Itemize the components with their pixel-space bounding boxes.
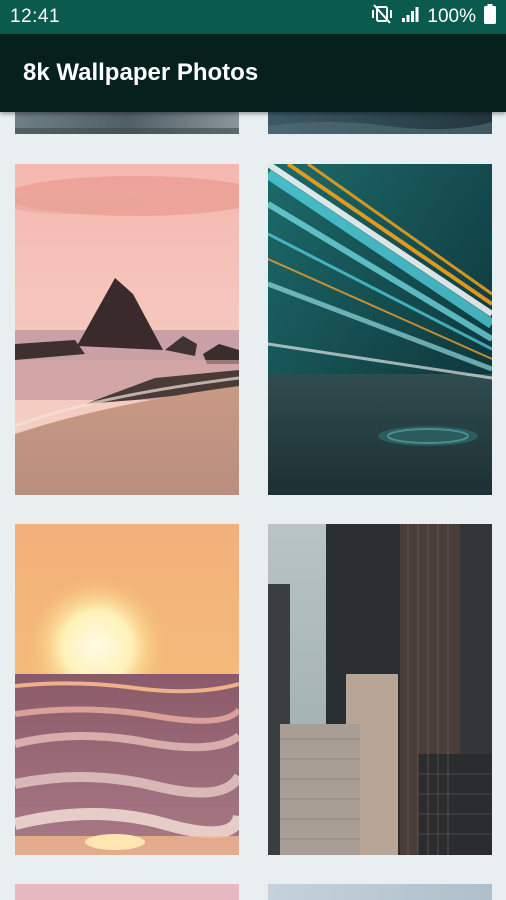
wallpaper-tile[interactable] [15, 112, 239, 134]
battery-icon [484, 4, 496, 30]
signal-icon [401, 5, 419, 29]
wallpaper-tile[interactable] [15, 884, 239, 900]
wallpaper-grid [0, 112, 506, 900]
wallpaper-tile[interactable] [268, 112, 492, 134]
mute-vibrate-icon [371, 4, 393, 30]
app-title: 8k Wallpaper Photos [23, 59, 259, 86]
app-bar: 8k Wallpaper Photos [0, 34, 506, 112]
wallpaper-tile[interactable] [268, 164, 492, 495]
wallpaper-tile[interactable] [15, 164, 239, 495]
status-icons: 100% [371, 4, 496, 30]
wallpaper-tile[interactable] [268, 524, 492, 855]
status-bar: 12:41 100% [0, 0, 506, 34]
wallpaper-tile[interactable] [268, 884, 492, 900]
wallpaper-tile[interactable] [15, 524, 239, 855]
battery-text: 100% [427, 6, 476, 27]
status-time: 12:41 [10, 6, 61, 27]
